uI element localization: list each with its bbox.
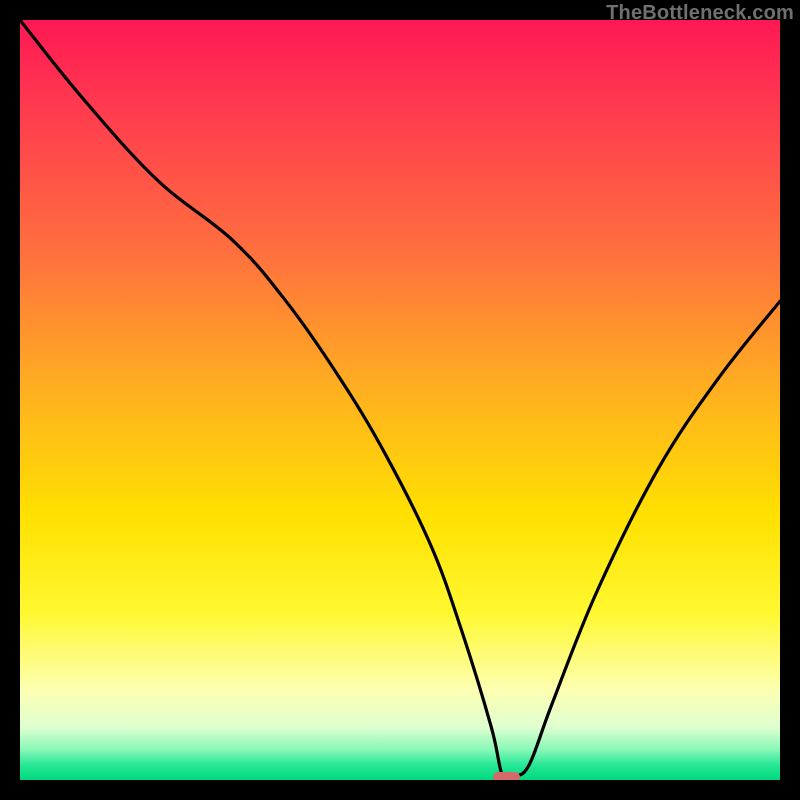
- plot-area: [20, 20, 780, 780]
- minimum-marker: [493, 772, 520, 780]
- bottleneck-curve: [20, 20, 780, 780]
- chart-frame: TheBottleneck.com: [0, 0, 800, 800]
- watermark-text: TheBottleneck.com: [606, 2, 794, 25]
